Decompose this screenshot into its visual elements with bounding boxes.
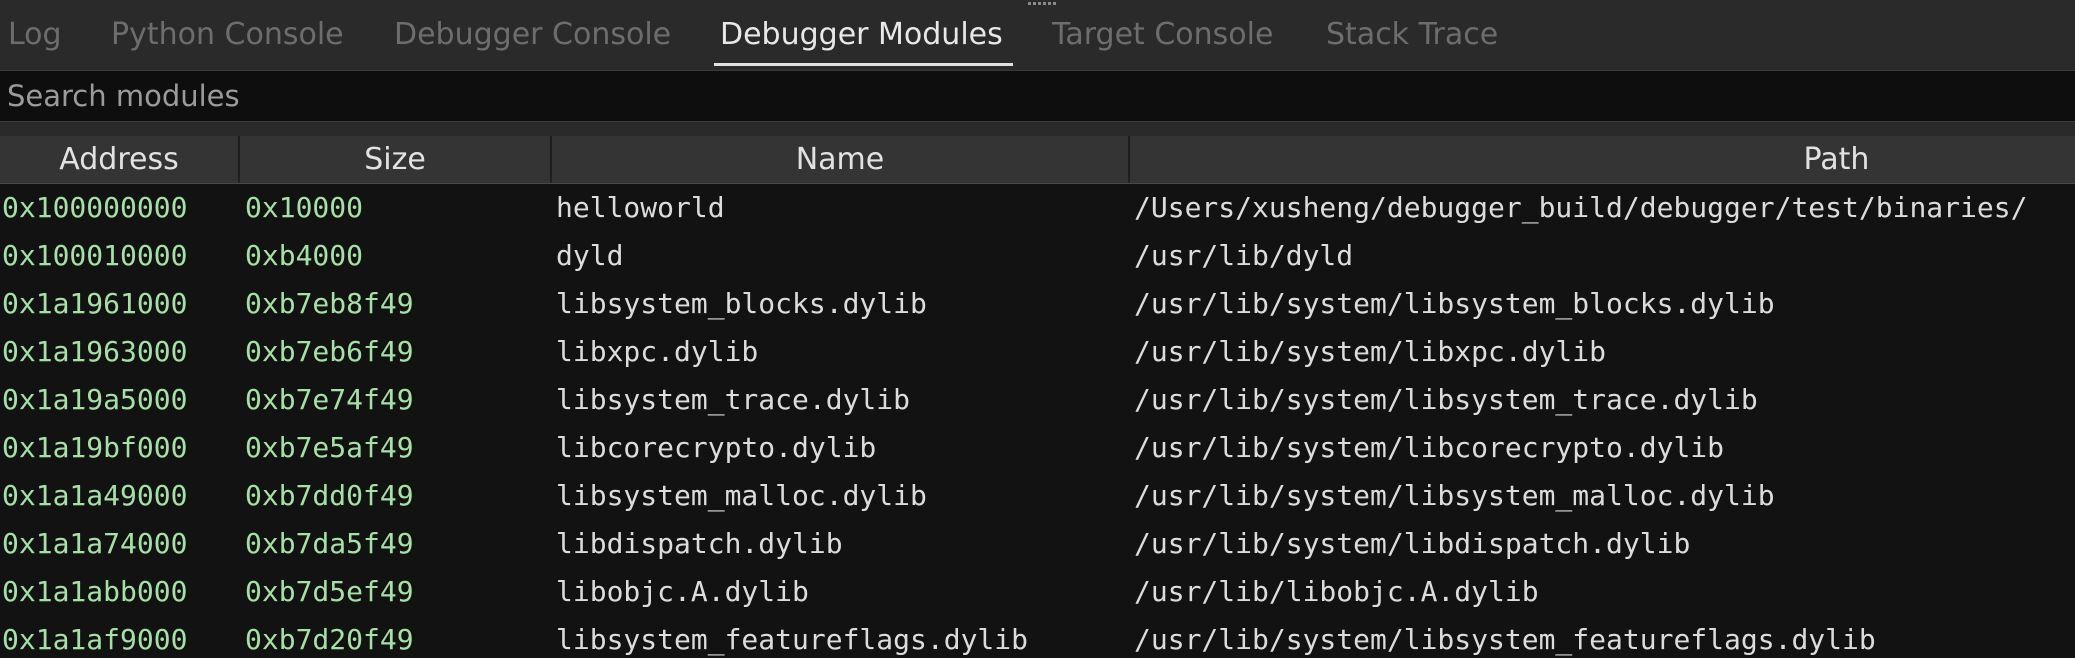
size-cell: 0xb4000 bbox=[245, 239, 364, 272]
table-row[interactable]: 0x1a1a74000 0xb7da5f49 libdispatch.dylib… bbox=[0, 520, 2075, 568]
table-header: Address Size Name Path bbox=[0, 136, 2075, 184]
divider bbox=[0, 122, 2075, 136]
path-cell: /usr/lib/system/libxpc.dylib bbox=[1134, 335, 1607, 368]
tab-debugger-modules[interactable]: Debugger Modules bbox=[720, 14, 1003, 56]
tab-target-console[interactable]: Target Console bbox=[1052, 14, 1273, 56]
address-cell: 0x1a1a49000 bbox=[2, 479, 188, 512]
column-header-name[interactable]: Name bbox=[552, 136, 1130, 183]
tab-python-console[interactable]: Python Console bbox=[111, 14, 344, 56]
size-cell: 0xb7eb6f49 bbox=[245, 335, 414, 368]
address-cell: 0x1a1963000 bbox=[2, 335, 188, 368]
address-cell: 0x1a1af9000 bbox=[2, 623, 188, 656]
name-cell: libdispatch.dylib bbox=[556, 527, 843, 560]
column-header-address[interactable]: Address bbox=[0, 136, 240, 183]
size-cell: 0xb7da5f49 bbox=[245, 527, 414, 560]
table-row[interactable]: 0x100000000 0x10000 helloworld /Users/xu… bbox=[0, 184, 2075, 232]
search-bar bbox=[0, 70, 2075, 122]
path-cell: /usr/lib/system/libsystem_trace.dylib bbox=[1134, 383, 1758, 416]
size-cell: 0x10000 bbox=[245, 191, 364, 224]
column-header-path[interactable]: Path bbox=[1130, 136, 2075, 183]
table-row[interactable]: 0x1a19bf000 0xb7e5af49 libcorecrypto.dyl… bbox=[0, 424, 2075, 472]
path-cell: /Users/xusheng/debugger_build/debugger/t… bbox=[1134, 191, 2028, 224]
table-row[interactable]: 0x1a19a5000 0xb7e74f49 libsystem_trace.d… bbox=[0, 376, 2075, 424]
tab-stack-trace[interactable]: Stack Trace bbox=[1326, 14, 1498, 56]
name-cell: libcorecrypto.dylib bbox=[556, 431, 877, 464]
name-cell: helloworld bbox=[556, 191, 725, 224]
path-cell: /usr/lib/libobjc.A.dylib bbox=[1134, 575, 1539, 608]
name-cell: libsystem_featureflags.dylib bbox=[556, 623, 1029, 656]
path-cell: /usr/lib/system/libsystem_malloc.dylib bbox=[1134, 479, 1775, 512]
size-cell: 0xb7d20f49 bbox=[245, 623, 414, 656]
name-cell: libsystem_trace.dylib bbox=[556, 383, 911, 416]
address-cell: 0x1a19a5000 bbox=[2, 383, 188, 416]
address-cell: 0x1a19bf000 bbox=[2, 431, 188, 464]
name-cell: libxpc.dylib bbox=[556, 335, 759, 368]
size-cell: 0xb7e74f49 bbox=[245, 383, 414, 416]
address-cell: 0x100000000 bbox=[2, 191, 188, 224]
search-input[interactable] bbox=[0, 71, 2075, 121]
tab-debugger-console[interactable]: Debugger Console bbox=[394, 14, 671, 56]
name-cell: libsystem_blocks.dylib bbox=[556, 287, 927, 320]
address-cell: 0x1a1961000 bbox=[2, 287, 188, 320]
table-row[interactable]: 0x1a1961000 0xb7eb8f49 libsystem_blocks.… bbox=[0, 280, 2075, 328]
table-row[interactable]: 0x100010000 0xb4000 dyld /usr/lib/dyld bbox=[0, 232, 2075, 280]
active-tab-indicator bbox=[714, 63, 1013, 66]
column-header-size[interactable]: Size bbox=[240, 136, 552, 183]
path-cell: /usr/lib/system/libcorecrypto.dylib bbox=[1134, 431, 1725, 464]
name-cell: dyld bbox=[556, 239, 624, 272]
size-cell: 0xb7eb8f49 bbox=[245, 287, 414, 320]
size-cell: 0xb7d5ef49 bbox=[245, 575, 414, 608]
tab-bar: Log Python Console Debugger Console Debu… bbox=[0, 0, 2075, 68]
address-cell: 0x100010000 bbox=[2, 239, 188, 272]
path-cell: /usr/lib/system/libsystem_blocks.dylib bbox=[1134, 287, 1775, 320]
modules-table: Address Size Name Path 0x100000000 0x100… bbox=[0, 136, 2075, 658]
drag-handle-icon[interactable] bbox=[1025, 2, 1059, 10]
path-cell: /usr/lib/system/libsystem_featureflags.d… bbox=[1134, 623, 1876, 656]
table-row[interactable]: 0x1a1abb000 0xb7d5ef49 libobjc.A.dylib /… bbox=[0, 568, 2075, 616]
path-cell: /usr/lib/system/libdispatch.dylib bbox=[1134, 527, 1691, 560]
table-row[interactable]: 0x1a1963000 0xb7eb6f49 libxpc.dylib /usr… bbox=[0, 328, 2075, 376]
table-row[interactable]: 0x1a1a49000 0xb7dd0f49 libsystem_malloc.… bbox=[0, 472, 2075, 520]
address-cell: 0x1a1abb000 bbox=[2, 575, 188, 608]
size-cell: 0xb7dd0f49 bbox=[245, 479, 414, 512]
table-row[interactable]: 0x1a1af9000 0xb7d20f49 libsystem_feature… bbox=[0, 616, 2075, 658]
name-cell: libobjc.A.dylib bbox=[556, 575, 809, 608]
path-cell: /usr/lib/dyld bbox=[1134, 239, 1354, 272]
size-cell: 0xb7e5af49 bbox=[245, 431, 414, 464]
tab-log[interactable]: Log bbox=[8, 14, 62, 56]
address-cell: 0x1a1a74000 bbox=[2, 527, 188, 560]
name-cell: libsystem_malloc.dylib bbox=[556, 479, 927, 512]
